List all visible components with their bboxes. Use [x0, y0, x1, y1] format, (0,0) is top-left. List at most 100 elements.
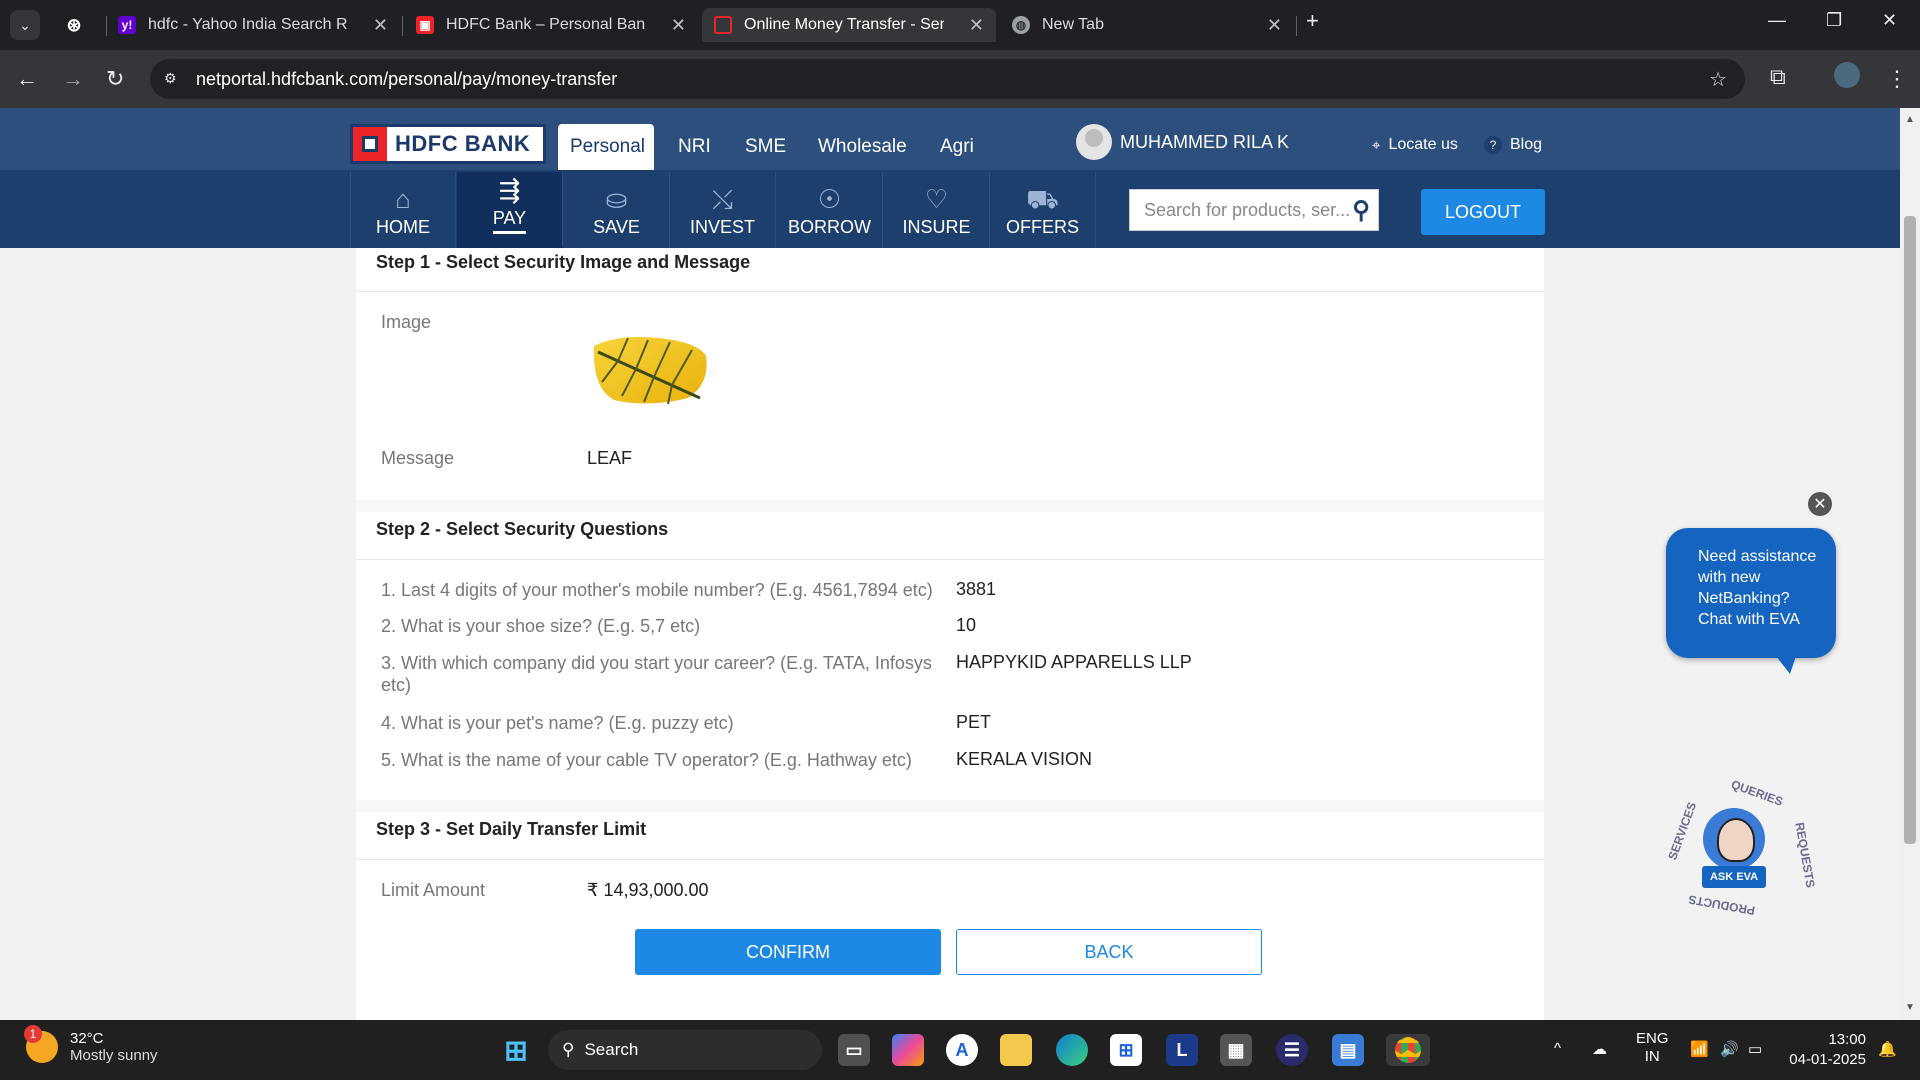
close-window-button[interactable]: ✕	[1882, 10, 1897, 31]
bookmark-star-icon[interactable]: ☆	[1709, 67, 1727, 92]
segment-label: SME	[745, 136, 787, 157]
close-tab-icon[interactable]: ✕	[1267, 15, 1282, 36]
security-question-5: 5. What is the name of your cable TV ope…	[381, 750, 912, 770]
segment-sme[interactable]: SME	[733, 124, 798, 170]
tab-yahoo-search[interactable]: y! hdfc - Yahoo India Search Resul ✕	[106, 8, 400, 42]
close-tab-icon[interactable]: ✕	[373, 15, 388, 36]
app-l-icon[interactable]: L	[1166, 1034, 1198, 1066]
scroll-down-icon[interactable]: ▼	[1905, 1002, 1915, 1013]
close-tab-icon[interactable]: ✕	[671, 15, 686, 36]
menu-offers[interactable]: ⛟ OFFERS	[990, 172, 1096, 248]
step1-heading: Step 1 - Select Security Image and Messa…	[356, 248, 1544, 292]
insure-icon: ♡	[924, 184, 949, 214]
windows-start-icon[interactable]: ⊞	[500, 1034, 532, 1066]
chrome-icon[interactable]	[1386, 1034, 1430, 1066]
task-view-icon[interactable]: ▭	[838, 1034, 870, 1066]
battery-icon[interactable]: ▭	[1748, 1040, 1762, 1058]
step3-heading: Step 3 - Set Daily Transfer Limit	[356, 812, 1544, 860]
tab-money-transfer[interactable]: Online Money Transfer - Send & ✕	[702, 8, 996, 42]
menu-insure[interactable]: ♡ INSURE	[884, 172, 990, 248]
site-settings-icon[interactable]: ⚙	[164, 70, 182, 88]
tab-hdfc-personal[interactable]: ▣ HDFC Bank – Personal Banking ✕	[404, 8, 698, 42]
forward-arrow-icon[interactable]: →	[62, 66, 84, 92]
notification-bell-icon[interactable]: 🔔	[1878, 1040, 1897, 1058]
taskbar-search-label: Search	[584, 1040, 639, 1059]
pay-icon: ⇶	[498, 175, 521, 205]
reload-icon[interactable]: ↻	[106, 66, 124, 92]
locate-us-link[interactable]: ⌖ Locate us	[1372, 136, 1458, 154]
user-profile[interactable]: MUHAMMED RILA K	[1076, 124, 1289, 160]
ask-eva-button[interactable]: ASK EVA	[1702, 866, 1766, 888]
app-a-icon[interactable]: A	[946, 1034, 978, 1066]
menu-borrow[interactable]: ☉ BORROW	[777, 172, 883, 248]
logout-button[interactable]: LOGOUT	[1421, 189, 1545, 235]
lang-code: ENG	[1636, 1030, 1669, 1047]
eclipse-icon[interactable]: ☰	[1276, 1034, 1308, 1066]
store-icon[interactable]: ⊞	[1110, 1034, 1142, 1066]
confirm-button[interactable]: CONFIRM	[635, 929, 941, 975]
security-question-4: 4. What is your pet's name? (E.g. puzzy …	[381, 713, 734, 733]
search-icon[interactable]: ⚲	[1352, 196, 1370, 225]
app-window-icon[interactable]: ▤	[1332, 1034, 1364, 1066]
extensions-icon[interactable]: ⧉	[1770, 64, 1786, 90]
ask-eva-label: ASK EVA	[1709, 871, 1759, 883]
browser-tab-bar: ⌄ ⊛ y! hdfc - Yahoo India Search Resul ✕…	[0, 0, 1920, 50]
page-scrollbar[interactable]: ▲ ▼	[1900, 108, 1920, 1020]
minimize-button[interactable]: —	[1768, 10, 1786, 31]
step3-title: Step 3 - Set Daily Transfer Limit	[376, 819, 647, 839]
weather-temp: 32°C	[70, 1030, 104, 1047]
close-tab-icon[interactable]: ✕	[969, 15, 984, 36]
edge-icon[interactable]	[1056, 1034, 1088, 1066]
calculator-icon[interactable]: ▦	[1220, 1034, 1252, 1066]
file-explorer-icon[interactable]	[1000, 1034, 1032, 1066]
profile-avatar[interactable]	[1834, 62, 1860, 88]
segment-agri[interactable]: Agri	[928, 124, 986, 170]
weather-widget[interactable]: 1 32°C Mostly sunny	[24, 1025, 158, 1064]
limit-amount-label: Limit Amount	[381, 880, 486, 900]
taskbar-search[interactable]: ⚲ Search	[548, 1030, 822, 1070]
url-text[interactable]: netportal.hdfcbank.com/personal/pay/mone…	[196, 69, 617, 90]
segment-wholesale[interactable]: Wholesale	[806, 124, 919, 170]
wifi-icon[interactable]: 📶	[1690, 1040, 1709, 1058]
menu-invest[interactable]: ⤯ INVEST	[670, 172, 776, 248]
menu-label: SAVE	[593, 217, 640, 237]
back-arrow-icon[interactable]: ←	[16, 66, 38, 92]
new-tab-button[interactable]: +	[1306, 8, 1319, 34]
menu-save[interactable]: ⛀ SAVE	[564, 172, 670, 248]
copilot-icon[interactable]	[892, 1034, 924, 1066]
url-bar[interactable]: ⚙ netportal.hdfcbank.com/personal/pay/mo…	[150, 59, 1745, 99]
lang-region: IN	[1644, 1048, 1660, 1065]
scrollbar-thumb[interactable]	[1904, 216, 1916, 844]
segment-nri[interactable]: NRI	[666, 124, 723, 170]
help-icon: ?	[1484, 136, 1502, 154]
clock[interactable]: 13:00 04-01-2025	[1786, 1030, 1866, 1070]
tab-search-dropdown-icon[interactable]: ⌄	[10, 10, 40, 40]
message-label: Message	[381, 448, 455, 468]
tab-new-tab[interactable]: ◍ New Tab ✕	[1000, 8, 1294, 42]
step1-title: Step 1 - Select Security Image and Messa…	[376, 252, 751, 272]
tray-chevron-icon[interactable]: ^	[1554, 1040, 1561, 1057]
blog-label: Blog	[1510, 136, 1543, 153]
menu-pay[interactable]: ⇶ PAY	[457, 172, 563, 248]
onedrive-icon[interactable]: ☁	[1592, 1040, 1607, 1058]
search-input[interactable]: Search for products, ser... ⚲	[1129, 189, 1379, 231]
segment-label: Wholesale	[818, 136, 907, 157]
back-button[interactable]: BACK	[956, 929, 1262, 975]
security-answer-1: 3881	[956, 579, 997, 599]
menu-home[interactable]: ⌂ HOME	[350, 172, 456, 248]
eva-close-icon[interactable]: ✕	[1808, 492, 1832, 516]
language-indicator[interactable]: ENG IN	[1636, 1030, 1669, 1066]
chrome-menu-icon[interactable]: ⋮	[1886, 66, 1908, 92]
volume-icon[interactable]: 🔊	[1720, 1040, 1739, 1058]
segment-personal[interactable]: Personal	[558, 124, 654, 170]
eva-avatar-icon[interactable]	[1703, 808, 1765, 870]
tab-chatgpt[interactable]: ⊛	[55, 8, 99, 42]
step2-heading: Step 2 - Select Security Questions	[356, 512, 1544, 560]
security-answer-2: 10	[956, 615, 977, 635]
blog-link[interactable]: ? Blog	[1484, 136, 1542, 154]
eva-chat-bubble[interactable]: Need assistance with new NetBanking? Cha…	[1666, 528, 1836, 674]
restore-button[interactable]: ❐	[1826, 10, 1842, 31]
limit-amount-value: ₹ 14,93,000.00	[587, 880, 709, 900]
hdfc-logo[interactable]: HDFC BANK	[350, 124, 546, 164]
scroll-up-icon[interactable]: ▲	[1905, 114, 1915, 125]
